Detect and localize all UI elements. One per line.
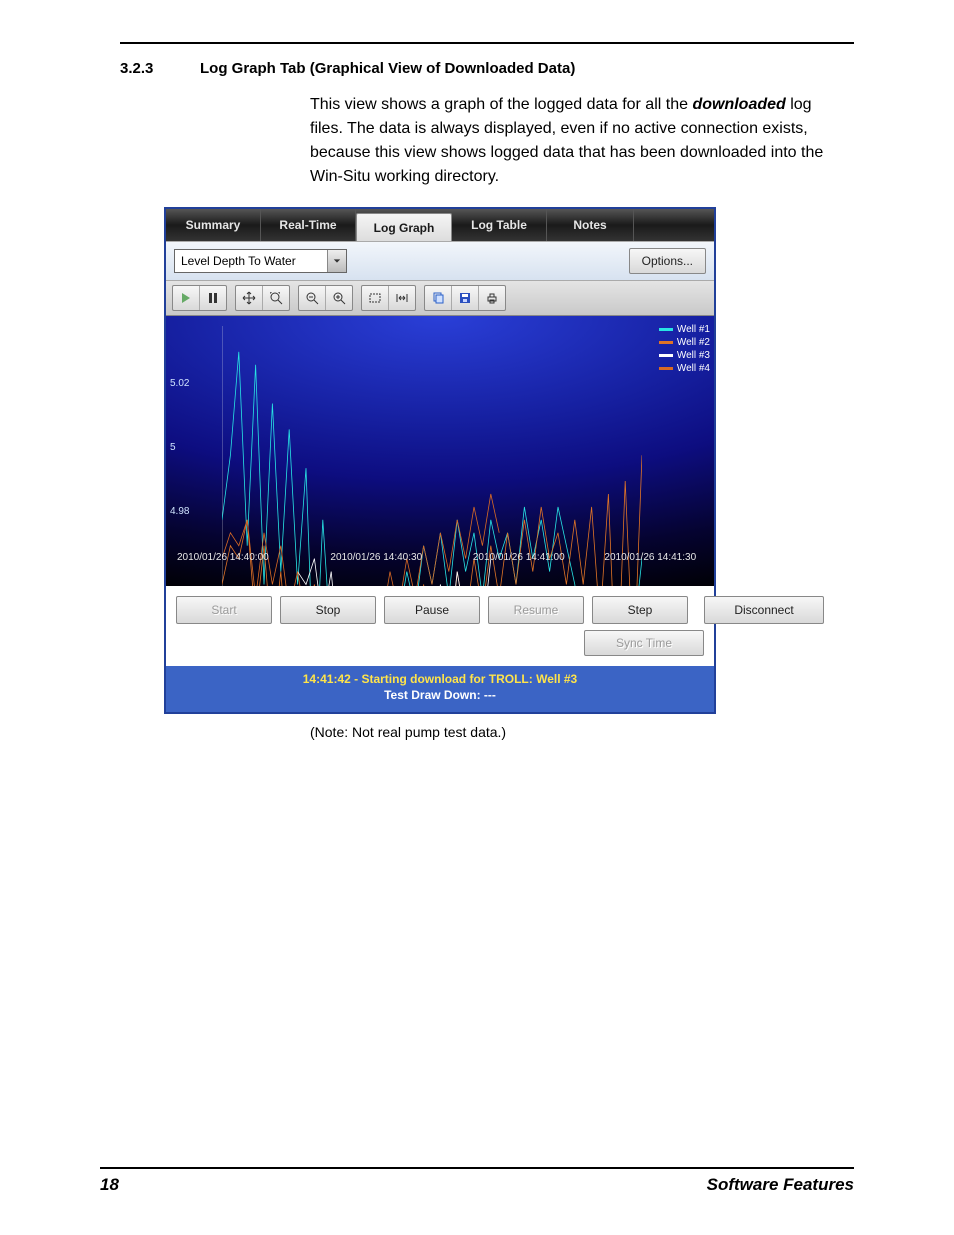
xtick-3: 2010/01/26 14:41:30 bbox=[604, 552, 696, 563]
section-paragraph: This view shows a graph of the logged da… bbox=[310, 93, 844, 189]
chart-legend: Well #1 Well #2 Well #3 Well #4 bbox=[659, 324, 710, 376]
fit-width-icon[interactable] bbox=[389, 286, 415, 310]
start-button[interactable]: Start bbox=[176, 596, 272, 624]
tab-loggraph[interactable]: Log Graph bbox=[356, 213, 452, 241]
stop-button[interactable]: Stop bbox=[280, 596, 376, 624]
print-icon[interactable] bbox=[479, 286, 505, 310]
cursor-zoom-icon[interactable] bbox=[263, 286, 289, 310]
xtick-1: 2010/01/26 14:40:30 bbox=[330, 552, 422, 563]
legend-label-2: Well #3 bbox=[677, 350, 710, 361]
chart-toolbar bbox=[166, 281, 714, 316]
disconnect-button[interactable]: Disconnect bbox=[704, 596, 824, 624]
legend-item-1: Well #2 bbox=[659, 337, 710, 348]
section-title: Log Graph Tab (Graphical View of Downloa… bbox=[200, 60, 854, 77]
legend-item-2: Well #3 bbox=[659, 350, 710, 361]
chart-plot-area[interactable]: 5.02 5 4.98 Well #1 Well #2 Well #3 Well… bbox=[166, 316, 714, 586]
page-number: 18 bbox=[100, 1175, 119, 1195]
ytick-1: 5 bbox=[170, 442, 176, 453]
legend-label-3: Well #4 bbox=[677, 363, 710, 374]
tab-summary[interactable]: Summary bbox=[166, 209, 261, 241]
zoom-out-icon[interactable] bbox=[299, 286, 326, 310]
chart-axis-box bbox=[222, 326, 642, 546]
page-footer: 18 Software Features bbox=[100, 1167, 854, 1195]
tab-realtime[interactable]: Real-Time bbox=[261, 209, 356, 241]
xtick-0: 2010/01/26 14:40:00 bbox=[177, 552, 269, 563]
options-button[interactable]: Options... bbox=[629, 248, 706, 274]
legend-item-0: Well #1 bbox=[659, 324, 710, 335]
para-lead: This view shows a graph of the logged da… bbox=[310, 96, 692, 113]
rule-top bbox=[120, 42, 854, 44]
rule-bottom bbox=[100, 1167, 854, 1169]
copy-icon[interactable] bbox=[425, 286, 452, 310]
zoom-in-icon[interactable] bbox=[326, 286, 352, 310]
section-number: 3.2.3 bbox=[120, 60, 170, 77]
legend-label-0: Well #1 bbox=[677, 324, 710, 335]
tab-bar: Summary Real-Time Log Graph Log Table No… bbox=[166, 209, 714, 241]
parameter-dropdown-value: Level Depth To Water bbox=[175, 250, 327, 272]
save-icon[interactable] bbox=[452, 286, 479, 310]
resume-button[interactable]: Resume bbox=[488, 596, 584, 624]
pause-button[interactable]: Pause bbox=[384, 596, 480, 624]
section-heading: 3.2.3 Log Graph Tab (Graphical View of D… bbox=[120, 60, 854, 77]
legend-item-3: Well #4 bbox=[659, 363, 710, 374]
para-emph: downloaded bbox=[692, 96, 785, 113]
tab-notes[interactable]: Notes bbox=[547, 209, 634, 241]
chart-container: 5.02 5 4.98 Well #1 Well #2 Well #3 Well… bbox=[166, 316, 714, 586]
parameter-dropdown[interactable]: Level Depth To Water bbox=[174, 249, 347, 273]
status-bar: 14:41:42 - Starting download for TROLL: … bbox=[166, 666, 714, 712]
figure-note: (Note: Not real pump test data.) bbox=[310, 724, 854, 740]
ytick-0: 5.02 bbox=[170, 378, 189, 389]
control-row-2: Sync Time bbox=[166, 630, 714, 666]
chart-y-ticks: 5.02 5 4.98 bbox=[170, 316, 216, 554]
sync-time-button[interactable]: Sync Time bbox=[584, 630, 704, 656]
status-line-1: 14:41:42 - Starting download for TROLL: … bbox=[170, 672, 710, 686]
ytick-2: 4.98 bbox=[170, 506, 189, 517]
tab-logtable[interactable]: Log Table bbox=[452, 209, 547, 241]
zoom-box-icon[interactable] bbox=[362, 286, 389, 310]
legend-label-1: Well #2 bbox=[677, 337, 710, 348]
chevron-down-icon[interactable] bbox=[327, 250, 346, 272]
step-button[interactable]: Step bbox=[592, 596, 688, 624]
control-row: Start Stop Pause Resume Step Disconnect bbox=[166, 586, 714, 630]
pan-icon[interactable] bbox=[236, 286, 263, 310]
parameter-row: Level Depth To Water Options... bbox=[166, 241, 714, 281]
app-window: Summary Real-Time Log Graph Log Table No… bbox=[164, 207, 716, 714]
chart-x-ticks: 2010/01/26 14:40:00 2010/01/26 14:40:30 … bbox=[166, 552, 714, 580]
pause-icon[interactable] bbox=[200, 286, 226, 310]
chapter-title: Software Features bbox=[707, 1175, 854, 1195]
play-icon[interactable] bbox=[173, 286, 200, 310]
xtick-2: 2010/01/26 14:41:00 bbox=[473, 552, 565, 563]
status-line-2: Test Draw Down: --- bbox=[170, 688, 710, 702]
